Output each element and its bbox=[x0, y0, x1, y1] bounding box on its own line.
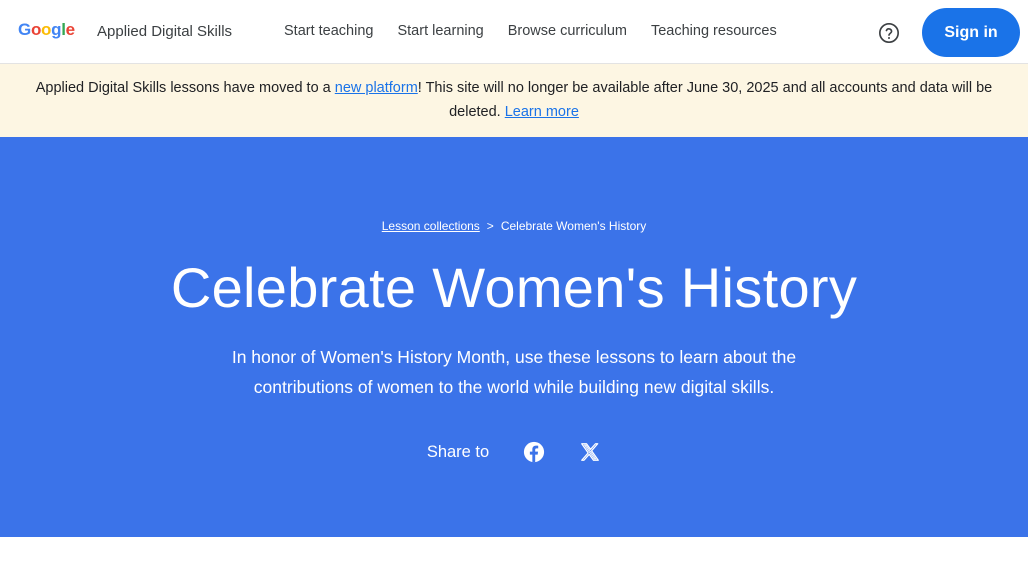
nav-start-teaching[interactable]: Start teaching bbox=[284, 23, 373, 39]
banner-text: Applied Digital Skills lessons have move… bbox=[35, 80, 335, 96]
breadcrumb-current: Celebrate Women's History bbox=[500, 219, 647, 233]
logo-letter: G bbox=[18, 20, 31, 39]
breadcrumb: Lesson collections > Celebrate Women's His… bbox=[0, 219, 1028, 233]
share-bar: Share to bbox=[0, 441, 1028, 463]
site-name-link[interactable]: Applied Digital Skills bbox=[97, 23, 232, 40]
nav-teaching-resources[interactable]: Teaching resources bbox=[651, 23, 777, 39]
logo-letter: g bbox=[51, 20, 62, 39]
hero-section: Lesson collections > Celebrate Women's His… bbox=[0, 137, 1028, 537]
x-icon[interactable] bbox=[579, 441, 601, 463]
page-description: In honor of Women's History Month, use t… bbox=[231, 347, 797, 397]
facebook-icon[interactable] bbox=[523, 441, 545, 463]
sign-in-button[interactable]: Sign in bbox=[922, 8, 1020, 57]
share-label: Share to bbox=[426, 442, 490, 461]
top-navigation-bar: Google Applied Digital Skills Start teac… bbox=[0, 0, 1028, 64]
logo-letter: e bbox=[65, 20, 75, 39]
main-nav: Start teaching Start learning Browse cur… bbox=[284, 23, 777, 39]
breadcrumb-separator: > bbox=[486, 219, 494, 233]
page-title: Celebrate Women's History bbox=[170, 256, 858, 319]
logo-letter: o bbox=[41, 20, 52, 39]
notice-banner: Applied Digital Skills lessons have move… bbox=[0, 64, 1028, 137]
nav-browse-curriculum[interactable]: Browse curriculum bbox=[508, 23, 627, 39]
logo-letter: o bbox=[30, 20, 42, 39]
learn-more-link[interactable]: Learn more bbox=[505, 104, 579, 120]
google-logo[interactable]: Google bbox=[18, 20, 75, 40]
help-circle-icon[interactable] bbox=[878, 22, 900, 44]
nav-start-learning[interactable]: Start learning bbox=[397, 23, 483, 39]
new-platform-link[interactable]: new platform bbox=[335, 80, 418, 96]
breadcrumb-lesson-collections[interactable]: Lesson collections bbox=[382, 219, 480, 233]
